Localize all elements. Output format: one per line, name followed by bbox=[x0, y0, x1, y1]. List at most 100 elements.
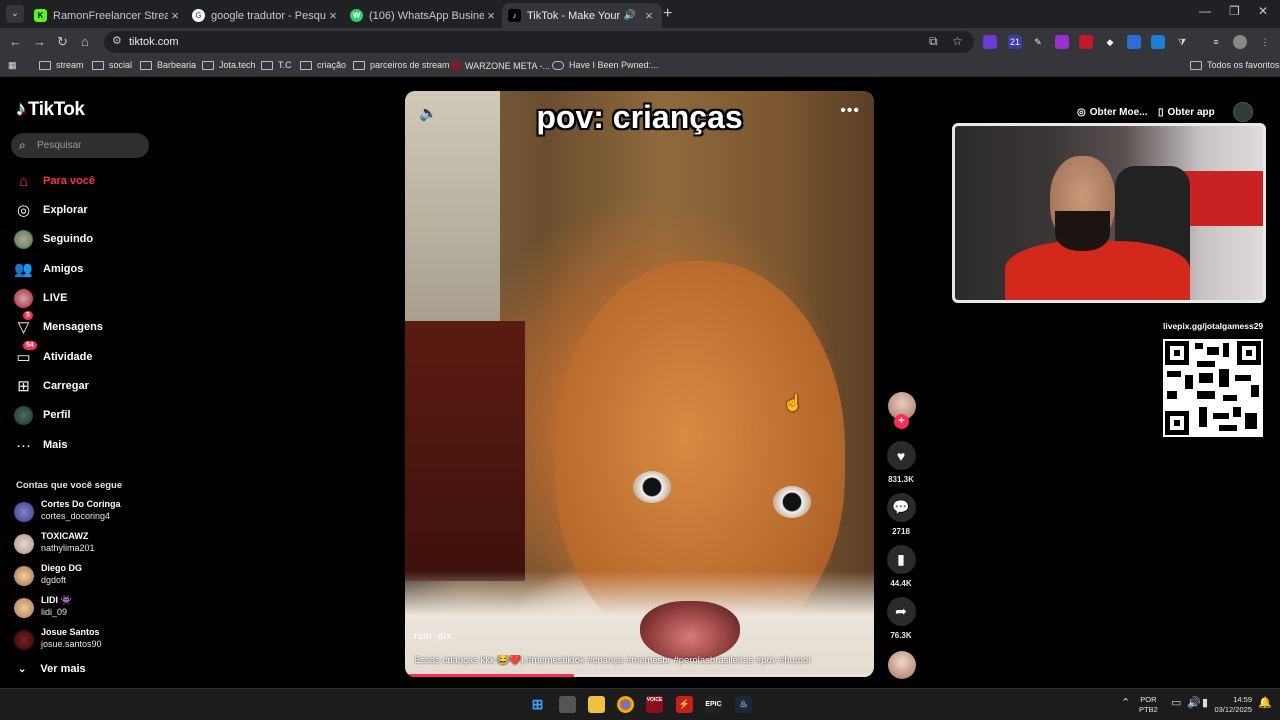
extension-red-icon[interactable] bbox=[1079, 35, 1093, 49]
tab-close-icon[interactable]: × bbox=[642, 8, 656, 23]
video-author[interactable]: rzin_dix bbox=[414, 631, 452, 642]
following-account[interactable]: Josue Santos josue.santos90 bbox=[14, 627, 164, 653]
system-clock[interactable]: 14:59 03/12/2025 bbox=[1207, 695, 1252, 715]
address-bar[interactable]: ⚙ tiktok.com ⧉ ☆ bbox=[104, 31, 974, 53]
get-coins-button[interactable]: ◎ Obter Moe... bbox=[1077, 102, 1148, 122]
bookmark-star-icon[interactable]: ☆ bbox=[952, 34, 963, 48]
install-app-icon[interactable]: ⧉ bbox=[929, 34, 938, 49]
network-icon[interactable]: ▭ bbox=[1171, 696, 1181, 709]
minimize-button[interactable]: — bbox=[1199, 4, 1211, 18]
following-account[interactable]: LIDI 👾 lidi_09 bbox=[14, 595, 164, 621]
profile-icon[interactable] bbox=[1233, 35, 1247, 49]
extension-diamond-icon[interactable]: ◆ bbox=[1103, 35, 1117, 49]
bookmark-folder[interactable]: parceiros de stream bbox=[353, 60, 450, 70]
browser-tab-bar: ⌄ K RamonFreelancer Stream - Wa × G goog… bbox=[0, 0, 1280, 28]
video-description[interactable]: Essas crianças kkk 😂❤️| #memestiktok #cr… bbox=[414, 655, 864, 666]
chrome-icon[interactable] bbox=[617, 696, 634, 713]
nav-amigos[interactable]: 👥 Amigos bbox=[14, 258, 164, 280]
new-tab-button[interactable]: + bbox=[663, 5, 672, 23]
see-more-button[interactable]: ⌄ Ver mais bbox=[18, 663, 86, 675]
following-account[interactable]: Diego DG dgdoft bbox=[14, 563, 164, 589]
reading-list-icon[interactable]: ≡ bbox=[1209, 35, 1223, 49]
following-account[interactable]: Cortes Do Coringa cortes_docoring4 bbox=[14, 499, 164, 525]
bookmark-folder[interactable]: Barbearia bbox=[140, 60, 196, 70]
following-account[interactable]: TOXICAWZ nathylima201 bbox=[14, 531, 164, 557]
url-text[interactable]: tiktok.com bbox=[129, 36, 179, 48]
avatar bbox=[14, 630, 34, 650]
bookmark-folder[interactable]: T.C bbox=[261, 60, 292, 70]
forward-arrow-icon[interactable]: → bbox=[33, 34, 46, 49]
nav-live[interactable]: LIVE bbox=[14, 287, 164, 309]
extension-twitch-icon[interactable] bbox=[1055, 35, 1069, 49]
tab-close-icon[interactable]: × bbox=[168, 8, 182, 23]
tab-close-icon[interactable]: × bbox=[326, 8, 340, 23]
extension-download-icon[interactable] bbox=[1151, 35, 1165, 49]
video-player[interactable]: pov: crianças 🔈 ••• rzin_dix Essas crian… bbox=[405, 91, 874, 677]
search-input[interactable]: ⌕ Pesquisar bbox=[11, 133, 149, 158]
tab-close-icon[interactable]: × bbox=[484, 8, 498, 23]
restore-button[interactable]: ❐ bbox=[1229, 4, 1240, 18]
site-info-icon[interactable]: ⚙ bbox=[112, 34, 122, 47]
bookmark-link[interactable]: Have I Been Pwned:... bbox=[552, 60, 659, 70]
heart-icon[interactable]: ♥ bbox=[886, 441, 916, 470]
extension-pen-icon[interactable]: ✎ bbox=[1031, 35, 1045, 49]
extensions-puzzle-icon[interactable]: ⧩ bbox=[1175, 35, 1189, 49]
next-video-avatar[interactable] bbox=[888, 651, 916, 679]
nav-para-voce[interactable]: ⌂ Para você bbox=[14, 170, 164, 192]
comment-action[interactable]: 💬 2718 bbox=[886, 493, 916, 536]
tab-google-search[interactable]: G google tradutor - Pesquisa Goo × bbox=[186, 3, 346, 28]
video-progress-bar[interactable] bbox=[405, 674, 874, 677]
steam-icon[interactable]: ♨ bbox=[735, 696, 752, 713]
back-arrow-icon[interactable]: ← bbox=[9, 34, 22, 49]
share-action[interactable]: ➦ 76.3K bbox=[886, 597, 916, 640]
windows-start-icon[interactable]: ⊞ bbox=[529, 696, 546, 713]
all-bookmarks-folder[interactable]: Todos os favoritos bbox=[1190, 60, 1280, 70]
comment-icon[interactable]: 💬 bbox=[886, 493, 916, 522]
bookmark-folder[interactable]: stream bbox=[39, 60, 84, 70]
volume-icon[interactable]: 🔈 bbox=[419, 104, 438, 122]
apps-grid-icon[interactable]: ▦ bbox=[8, 60, 17, 71]
extension-badge-icon[interactable]: 21 bbox=[1008, 35, 1022, 49]
extension-purple-icon[interactable] bbox=[983, 35, 997, 49]
file-explorer-icon[interactable] bbox=[588, 696, 605, 713]
tab-whatsapp[interactable]: W (106) WhatsApp Business × bbox=[344, 3, 504, 28]
nav-carregar[interactable]: ⊞ Carregar bbox=[14, 375, 164, 397]
tray-chevron-up-icon[interactable]: ⌃ bbox=[1121, 696, 1130, 709]
bookmark-folder[interactable]: criação bbox=[300, 60, 346, 70]
language-indicator[interactable]: POR PTB2 bbox=[1139, 695, 1158, 715]
voice-app-icon[interactable]: VOICE bbox=[646, 696, 663, 713]
extension-translate-icon[interactable] bbox=[1127, 35, 1141, 49]
nav-perfil[interactable]: Perfil bbox=[14, 404, 164, 426]
bookmark-icon[interactable]: ▮ bbox=[886, 545, 916, 574]
nav-mensagens[interactable]: ▽ 5 Mensagens bbox=[14, 310, 164, 338]
like-action[interactable]: ♥ 831.3K bbox=[886, 441, 916, 484]
tab-tiktok[interactable]: ♪ TikTok - Make Your Day 🔊 × bbox=[502, 3, 662, 28]
bookmark-folder[interactable]: Jota.tech bbox=[202, 60, 256, 70]
tiktok-logo[interactable]: ♪ TikTok bbox=[16, 98, 85, 121]
save-action[interactable]: ▮ 44.4K bbox=[886, 545, 916, 588]
speaker-icon[interactable]: 🔊 bbox=[1187, 696, 1201, 709]
bookmark-folder[interactable]: social bbox=[92, 60, 132, 70]
nav-explorar[interactable]: ◎ Explorar bbox=[14, 199, 164, 221]
video-more-options-icon[interactable]: ••• bbox=[840, 102, 860, 120]
home-button-icon[interactable]: ⌂ bbox=[81, 34, 89, 49]
nav-atividade[interactable]: ▭ 54 Atividade bbox=[14, 340, 164, 368]
task-view-icon[interactable] bbox=[559, 696, 576, 713]
share-icon[interactable]: ➦ bbox=[886, 597, 916, 626]
get-app-button[interactable]: ▯ Obter app bbox=[1158, 102, 1215, 122]
tab-audio-icon[interactable]: 🔊 bbox=[624, 10, 636, 21]
epic-games-icon[interactable]: EPIC bbox=[705, 696, 722, 713]
lightning-app-icon[interactable]: ⚡ bbox=[676, 696, 693, 713]
nav-seguindo[interactable]: Seguindo bbox=[14, 228, 164, 250]
tab-search-button[interactable]: ⌄ bbox=[6, 5, 24, 23]
follow-plus-icon[interactable]: + bbox=[894, 414, 909, 429]
chrome-menu-icon[interactable]: ⋮ bbox=[1258, 35, 1272, 49]
window-close-button[interactable]: ✕ bbox=[1258, 4, 1268, 18]
user-avatar[interactable] bbox=[1233, 102, 1253, 122]
tab-kick-stream[interactable]: K RamonFreelancer Stream - Wa × bbox=[28, 3, 188, 28]
qr-module bbox=[1223, 343, 1229, 357]
reload-icon[interactable]: ↻ bbox=[57, 34, 68, 50]
notification-bell-icon[interactable]: 🔔 bbox=[1258, 696, 1272, 709]
nav-mais[interactable]: ··· Mais bbox=[14, 434, 164, 456]
bookmark-link[interactable]: WARZONE META -... bbox=[450, 60, 550, 71]
